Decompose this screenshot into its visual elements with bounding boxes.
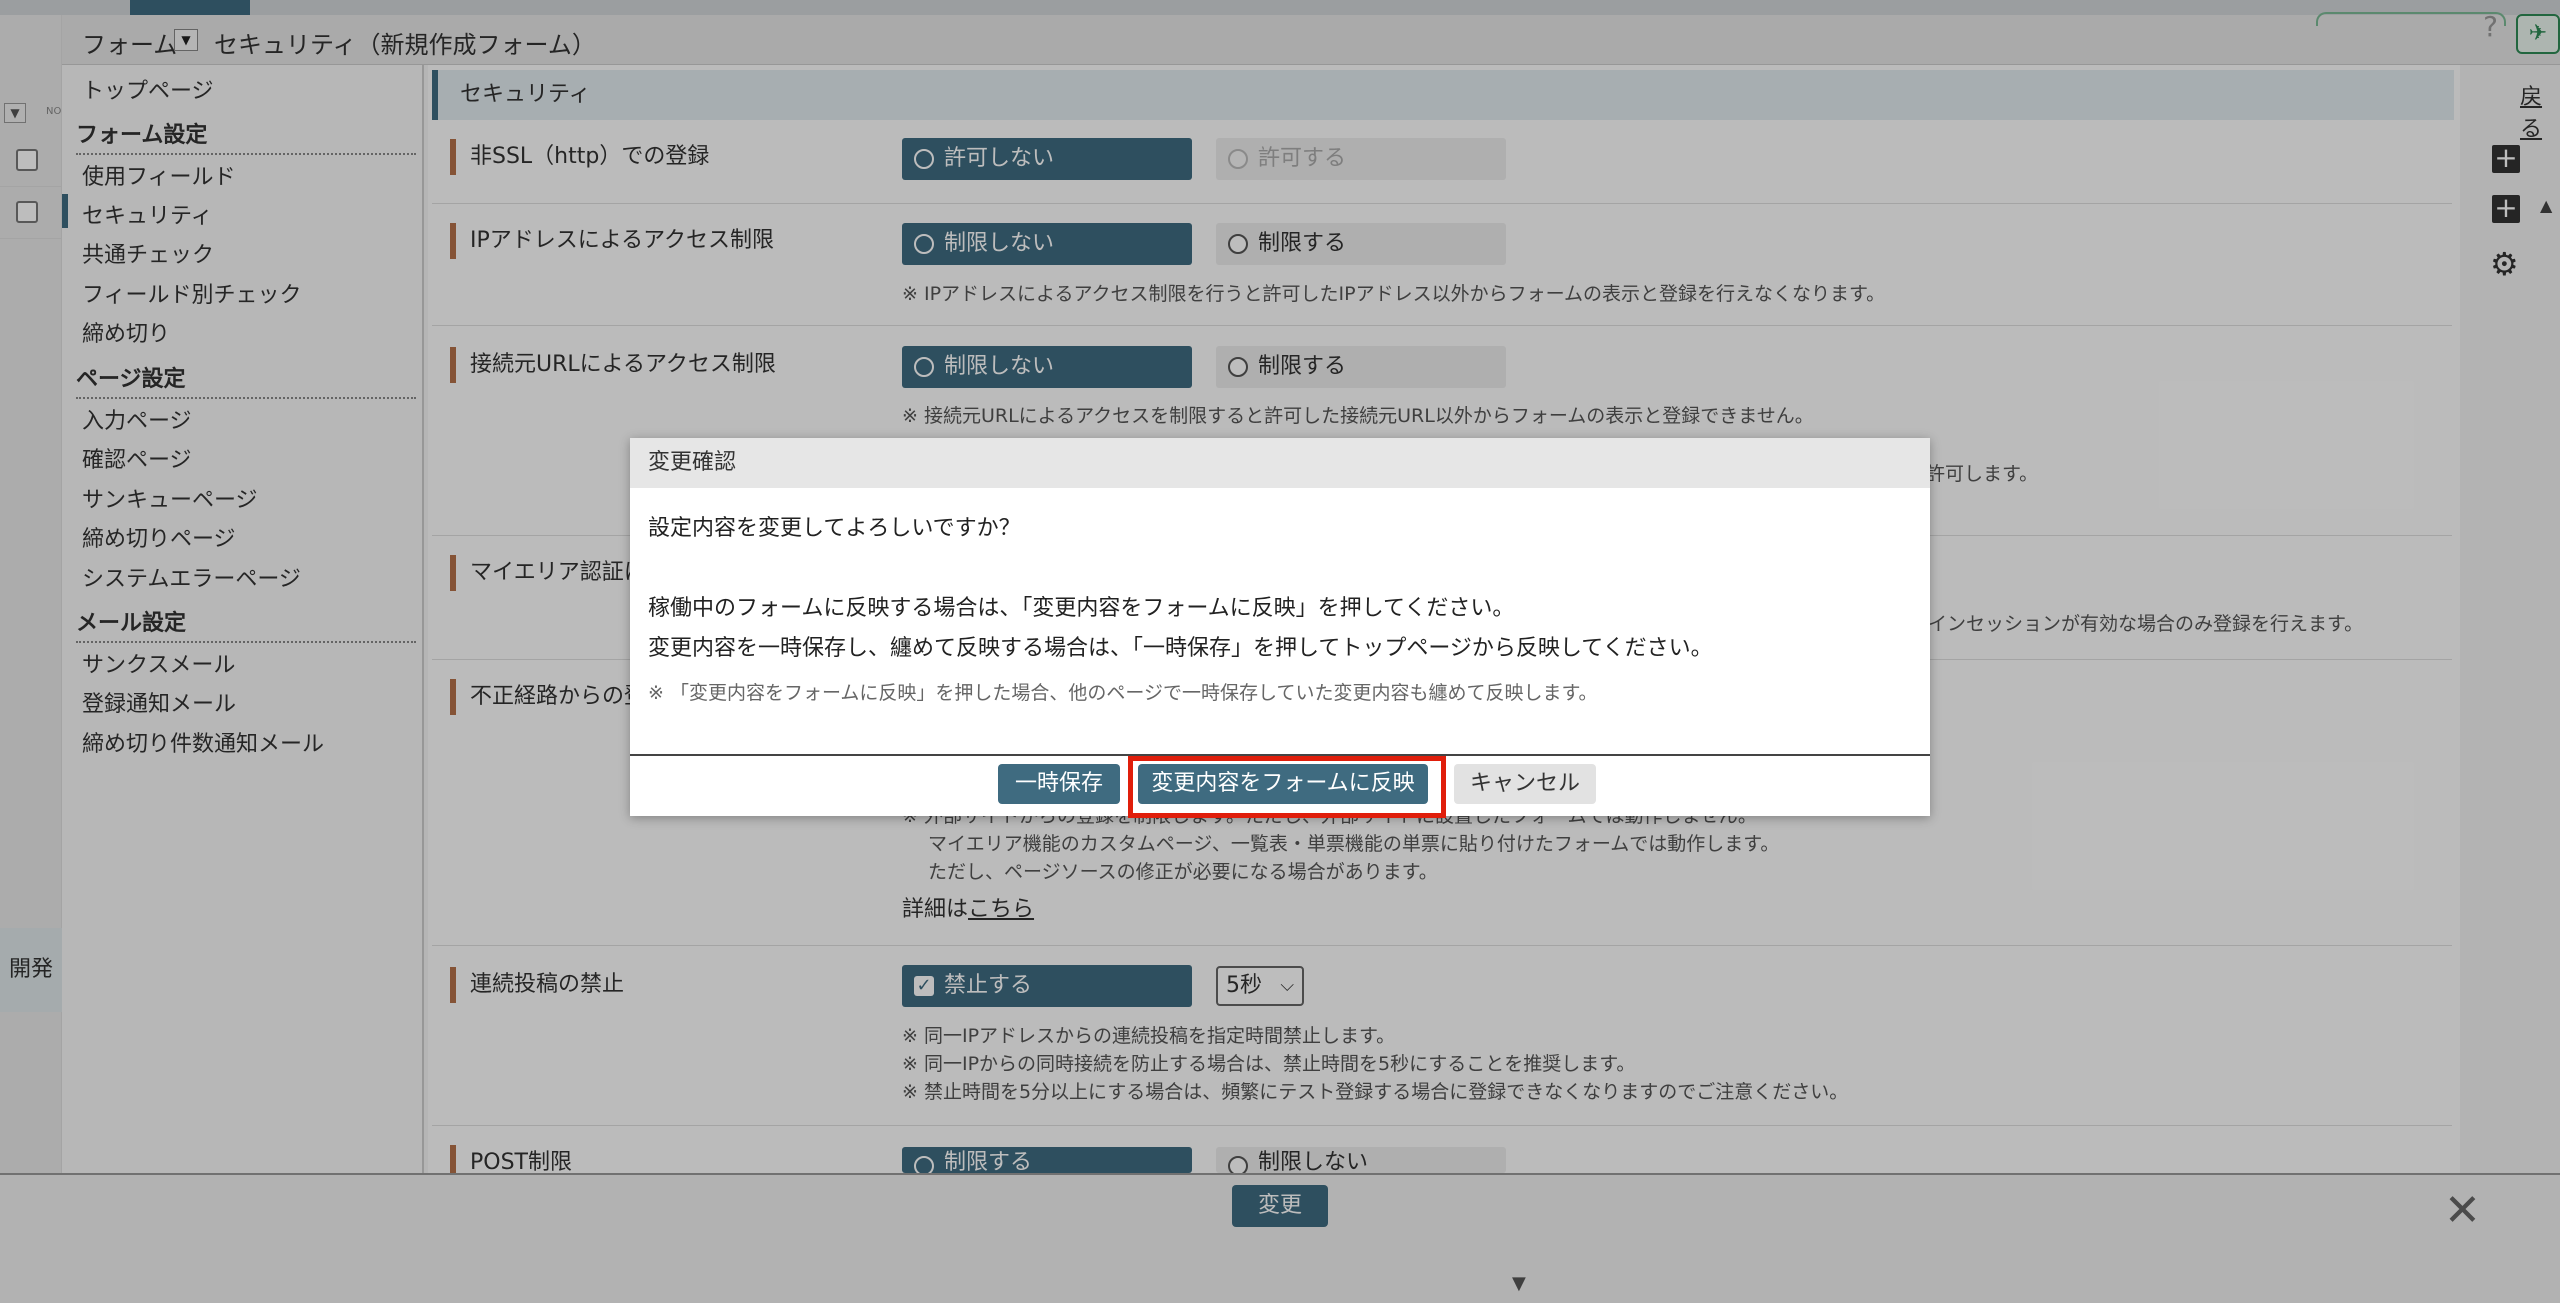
dialog-note: ※ 「変更内容をフォームに反映」を押した場合、他のページで一時保存していた変更内… [648, 682, 1598, 704]
cancel-button[interactable]: キャンセル [1454, 764, 1596, 804]
temp-save-button[interactable]: 一時保存 [998, 764, 1120, 804]
dialog-line-apply: 稼働中のフォームに反映する場合は、「変更内容をフォームに反映」を押してください。 [648, 596, 1515, 621]
dialog-title: 変更確認 [630, 438, 1930, 488]
dialog-question: 設定内容を変更してよろしいですか？ [648, 516, 1021, 541]
dialog-line-temp: 変更内容を一時保存し、纏めて反映する場合は、「一時保存」を押してトップページから… [648, 636, 1713, 661]
highlight-box [1128, 756, 1446, 818]
